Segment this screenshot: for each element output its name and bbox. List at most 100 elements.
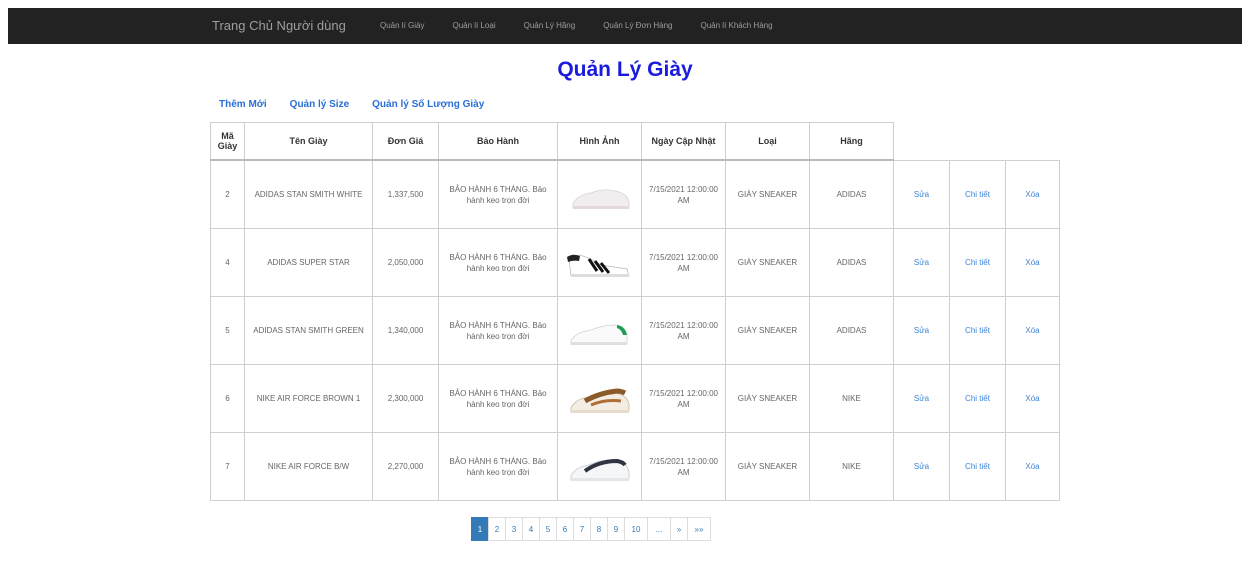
cell-id: 6 xyxy=(210,364,245,433)
cell-image xyxy=(557,432,642,501)
table-row: 2 ADIDAS STAN SMITH WHITE 1,337,500 BẢO … xyxy=(210,159,1060,229)
page-2-button[interactable]: 2 xyxy=(488,517,506,541)
cell-updated: 7/15/2021 12:00:00 AM xyxy=(641,364,726,433)
cell-name: ADIDAS STAN SMITH WHITE xyxy=(244,159,373,229)
delete-link[interactable]: Xóa xyxy=(1005,159,1060,229)
delete-link[interactable]: Xóa xyxy=(1005,364,1060,433)
page-4-button[interactable]: 4 xyxy=(522,517,540,541)
edit-link[interactable]: Sửa xyxy=(893,296,950,365)
detail-link[interactable]: Chi tiết xyxy=(949,228,1006,297)
edit-link[interactable]: Sửa xyxy=(893,364,950,433)
white-sneaker-image xyxy=(572,188,629,209)
header-updated: Ngày Cập Nhật xyxy=(641,122,726,161)
cell-image xyxy=(557,296,642,365)
header-price: Đơn Giá xyxy=(372,122,439,161)
cell-brand: ADIDAS xyxy=(809,228,894,297)
header-brand: Hãng xyxy=(809,122,894,161)
shoes-table: Mã Giày Tên Giày Đơn Giá Bảo Hành Hình Ả… xyxy=(210,122,1060,501)
next-page-button[interactable]: » xyxy=(670,517,688,541)
green-heel-sneaker-image xyxy=(570,324,627,345)
edit-link[interactable]: Sửa xyxy=(893,228,950,297)
header-image: Hình Ảnh xyxy=(557,122,642,161)
cell-brand: ADIDAS xyxy=(809,159,894,229)
cell-price: 1,337,500 xyxy=(372,159,439,229)
cell-updated: 7/15/2021 12:00:00 AM xyxy=(641,296,726,365)
table-row: 5 ADIDAS STAN SMITH GREEN 1,340,000 BẢO … xyxy=(210,296,1060,365)
detail-link[interactable]: Chi tiết xyxy=(949,296,1006,365)
cell-brand: NIKE xyxy=(809,432,894,501)
brown-sneaker-image xyxy=(570,387,629,413)
cell-id: 5 xyxy=(210,296,245,365)
cell-price: 1,340,000 xyxy=(372,296,439,365)
nav-links: Quản lí Giày Quản lí Loại Quản Lý Hãng Q… xyxy=(380,21,801,30)
edit-link[interactable]: Sửa xyxy=(893,432,950,501)
delete-link[interactable]: Xóa xyxy=(1005,296,1060,365)
nav-brand-link[interactable]: Trang Chủ Người dùng xyxy=(212,18,346,33)
top-navbar: Trang Chủ Người dùng Quản lí Giày Quản l… xyxy=(8,8,1242,44)
cell-updated: 7/15/2021 12:00:00 AM xyxy=(641,159,726,229)
delete-link[interactable]: Xóa xyxy=(1005,432,1060,501)
cell-category: GIÀY SNEAKER xyxy=(725,432,810,501)
edit-link[interactable]: Sửa xyxy=(893,159,950,229)
cell-price: 2,050,000 xyxy=(372,228,439,297)
cell-warranty: BẢO HÀNH 6 THÁNG. Bảo hành keo trọn đời xyxy=(438,296,558,365)
cell-category: GIÀY SNEAKER xyxy=(725,159,810,229)
cell-warranty: BẢO HÀNH 6 THÁNG. Bảo hành keo trọn đời xyxy=(438,228,558,297)
page-8-button[interactable]: 8 xyxy=(590,517,608,541)
nav-link-orders[interactable]: Quản Lý Đơn Hàng xyxy=(603,21,672,30)
page-3-button[interactable]: 3 xyxy=(505,517,523,541)
cell-updated: 7/15/2021 12:00:00 AM xyxy=(641,228,726,297)
superstar-sneaker-image xyxy=(566,254,630,277)
page-5-button[interactable]: 5 xyxy=(539,517,557,541)
table-header-row: Mã Giày Tên Giày Đơn Giá Bảo Hành Hình Ả… xyxy=(210,122,1060,161)
table-row: 7 NIKE AIR FORCE B/W 2,270,000 BẢO HÀNH … xyxy=(210,432,1060,501)
header-name: Tên Giày xyxy=(244,122,373,161)
nav-link-shoes[interactable]: Quản lí Giày xyxy=(380,21,424,30)
cell-id: 2 xyxy=(210,159,245,229)
cell-id: 7 xyxy=(210,432,245,501)
cell-warranty: BẢO HÀNH 6 THÁNG. Bảo hành keo trọn đời xyxy=(438,364,558,433)
nav-link-brands[interactable]: Quản Lý Hãng xyxy=(524,21,576,30)
table-row: 6 NIKE AIR FORCE BROWN 1 2,300,000 BẢO H… xyxy=(210,364,1060,433)
detail-link[interactable]: Chi tiết xyxy=(949,159,1006,229)
nav-link-customers[interactable]: Quản lí Khách Hàng xyxy=(701,21,773,30)
table-row: 4 ADIDAS SUPER STAR 2,050,000 BẢO HÀNH 6… xyxy=(210,228,1060,297)
cell-name: ADIDAS STAN SMITH GREEN xyxy=(244,296,373,365)
page-10-button[interactable]: 10 xyxy=(624,517,648,541)
cell-brand: ADIDAS xyxy=(809,296,894,365)
page-1-button[interactable]: 1 xyxy=(471,517,489,541)
cell-price: 2,270,000 xyxy=(372,432,439,501)
action-links: Thêm Mới Quản lý Size Quản lý Số Lượng G… xyxy=(219,99,507,110)
cell-image xyxy=(557,364,642,433)
nav-link-categories[interactable]: Quản lí Loại xyxy=(452,21,495,30)
add-new-link[interactable]: Thêm Mới xyxy=(219,99,267,110)
last-page-button[interactable]: »» xyxy=(687,517,711,541)
manage-quantity-link[interactable]: Quản lý Số Lượng Giày xyxy=(372,99,484,110)
cell-name: ADIDAS SUPER STAR xyxy=(244,228,373,297)
cell-name: NIKE AIR FORCE B/W xyxy=(244,432,373,501)
pagination: 1 2 3 4 5 6 7 8 9 10 ... » »» xyxy=(471,517,711,541)
cell-id: 4 xyxy=(210,228,245,297)
page-6-button[interactable]: 6 xyxy=(556,517,574,541)
header-id: Mã Giày xyxy=(210,122,245,161)
header-warranty: Bảo Hành xyxy=(438,122,558,161)
delete-link[interactable]: Xóa xyxy=(1005,228,1060,297)
detail-link[interactable]: Chi tiết xyxy=(949,364,1006,433)
cell-category: GIÀY SNEAKER xyxy=(725,296,810,365)
cell-brand: NIKE xyxy=(809,364,894,433)
manage-size-link[interactable]: Quản lý Size xyxy=(290,99,349,110)
cell-category: GIÀY SNEAKER xyxy=(725,364,810,433)
cell-name: NIKE AIR FORCE BROWN 1 xyxy=(244,364,373,433)
header-blank xyxy=(949,122,1006,161)
page-title: Quản Lý Giày xyxy=(557,58,693,81)
black-white-sneaker-image xyxy=(570,458,629,481)
cell-image xyxy=(557,228,642,297)
page-7-button[interactable]: 7 xyxy=(573,517,591,541)
header-blank xyxy=(893,122,950,161)
page-ellipsis-button[interactable]: ... xyxy=(647,517,671,541)
page-9-button[interactable]: 9 xyxy=(607,517,625,541)
detail-link[interactable]: Chi tiết xyxy=(949,432,1006,501)
cell-warranty: BẢO HÀNH 6 THÁNG. Bảo hành keo trọn đời xyxy=(438,159,558,229)
cell-warranty: BẢO HÀNH 6 THÁNG. Bảo hành keo trọn đời xyxy=(438,432,558,501)
cell-category: GIÀY SNEAKER xyxy=(725,228,810,297)
